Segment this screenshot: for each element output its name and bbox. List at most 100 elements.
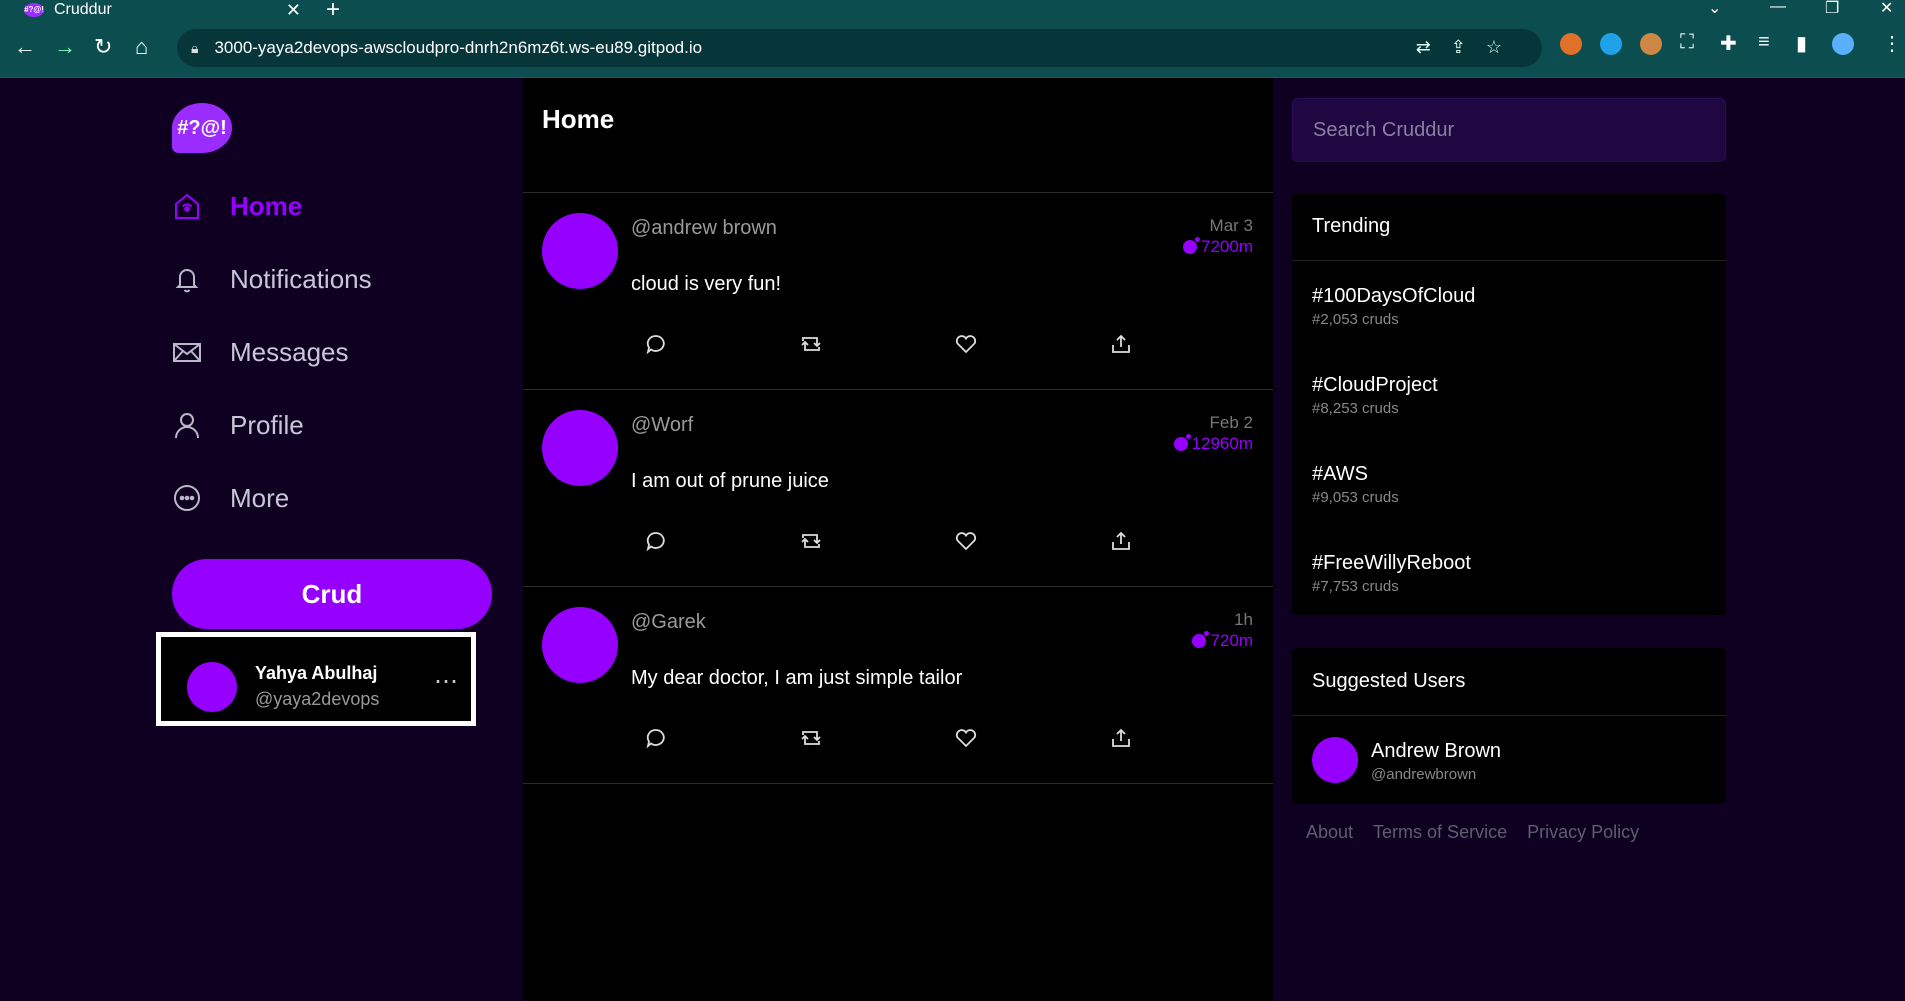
heart-icon[interactable] xyxy=(951,329,981,359)
reply-icon[interactable] xyxy=(641,526,671,556)
trending-tag: #FreeWillyReboot xyxy=(1312,552,1471,574)
trending-item[interactable]: #FreeWillyReboot #7,753 cruds xyxy=(1292,528,1726,617)
nav-item-more[interactable]: More xyxy=(172,473,289,523)
window-close-icon[interactable]: ✕ xyxy=(1880,0,1893,18)
feed-header: Home xyxy=(523,78,1273,193)
home-browser-icon[interactable]: ⌂ xyxy=(135,34,148,60)
footer-about-link[interactable]: About xyxy=(1306,822,1353,843)
address-bar[interactable]: 🔒︎ 3000-yaya2devops-awscloudpro-dnrh2n6m… xyxy=(177,29,1542,67)
nav-item-profile[interactable]: Profile xyxy=(172,400,304,450)
crud-handle[interactable]: @Worf xyxy=(631,414,693,437)
bell-icon xyxy=(172,264,202,294)
crud-message: My dear doctor, I am just simple tailor xyxy=(631,667,963,689)
browser-tab[interactable]: #?@! Cruddur ✕ xyxy=(14,0,309,20)
crud-expiry-value: 7200m xyxy=(1201,237,1253,256)
tab-favicon-icon: #?@! xyxy=(24,3,44,17)
forward-icon[interactable]: → xyxy=(54,34,76,60)
crud-expiry-value: 720m xyxy=(1210,631,1253,650)
reload-icon[interactable]: ↻ xyxy=(94,34,112,60)
avatar xyxy=(187,662,237,712)
nav-label: Profile xyxy=(230,409,304,440)
extension-2-icon[interactable] xyxy=(1600,33,1622,55)
screenshot-icon[interactable]: ⛶ xyxy=(1680,31,1694,54)
side-panel-icon[interactable]: ▮ xyxy=(1796,31,1807,56)
heart-icon[interactable] xyxy=(951,526,981,556)
footer-links: About Terms of Service Privacy Policy xyxy=(1306,822,1639,843)
envelope-icon xyxy=(172,337,202,367)
trending-item[interactable]: #100DaysOfCloud #2,053 cruds xyxy=(1292,261,1726,350)
extension-3-icon[interactable] xyxy=(1640,33,1662,55)
crud-expiry: 720m xyxy=(1192,631,1253,651)
trending-tag: #100DaysOfCloud xyxy=(1312,285,1476,307)
trending-count: #2,053 cruds xyxy=(1312,311,1399,328)
page-title: Home xyxy=(542,104,615,134)
crud-handle[interactable]: @andrew brown xyxy=(631,217,777,240)
trending-count: #7,753 cruds xyxy=(1312,578,1399,595)
footer-privacy-link[interactable]: Privacy Policy xyxy=(1527,822,1639,843)
avatar[interactable] xyxy=(542,607,618,683)
crud-item[interactable]: @Garek 1h 720m My dear doctor, I am just… xyxy=(523,587,1273,784)
crud-expiry: 7200m xyxy=(1183,237,1253,257)
extension-1-icon[interactable] xyxy=(1560,33,1582,55)
cruddur-logo[interactable]: #?@! xyxy=(172,103,232,153)
trending-item[interactable]: #AWS #9,053 cruds xyxy=(1292,439,1726,528)
nav-item-home[interactable]: Home xyxy=(172,181,302,231)
share-icon[interactable] xyxy=(1106,329,1136,359)
media-icon[interactable]: ≡ xyxy=(1758,31,1770,54)
reply-icon[interactable] xyxy=(641,329,671,359)
bomb-icon xyxy=(1173,434,1191,451)
suggested-user-name: Andrew Brown xyxy=(1371,740,1502,762)
footer-terms-link[interactable]: Terms of Service xyxy=(1373,822,1507,843)
avatar-icon[interactable] xyxy=(1832,33,1854,55)
trending-count: #9,053 cruds xyxy=(1312,489,1399,506)
home-icon xyxy=(172,191,202,221)
url-text: 3000-yaya2devops-awscloudpro-dnrh2n6mz6t… xyxy=(214,38,703,57)
crud-button[interactable]: Crud xyxy=(172,559,492,629)
nav-item-notifications[interactable]: Notifications xyxy=(172,254,372,304)
profile-more-icon[interactable]: ⋯ xyxy=(434,667,459,696)
trending-item[interactable]: #CloudProject #8,253 cruds xyxy=(1292,350,1726,439)
omnibox-actions[interactable]: ⇄⇪☆ xyxy=(1416,37,1522,58)
profile-card[interactable]: Yahya Abulhaj @yaya2devops ⋯ xyxy=(156,632,476,726)
suggested-users-title: Suggested Users xyxy=(1292,648,1726,716)
back-icon[interactable]: ← xyxy=(14,34,36,60)
heart-icon[interactable] xyxy=(951,723,981,753)
crud-expiry-value: 12960m xyxy=(1191,434,1253,453)
search-input[interactable] xyxy=(1292,98,1726,162)
nav-label: More xyxy=(230,482,290,513)
nav-label: Notifications xyxy=(230,263,372,294)
tab-close-icon[interactable]: ✕ xyxy=(286,0,301,20)
person-icon xyxy=(172,410,202,440)
minimize-icon[interactable]: — xyxy=(1770,0,1786,16)
profile-handle: @yaya2devops xyxy=(255,689,380,709)
crud-date: Feb 2 xyxy=(1209,413,1253,432)
cruddur-app: #?@! Home Notifications Messages Profile… xyxy=(0,78,1905,1001)
crud-date: 1h xyxy=(1234,610,1253,629)
reply-icon[interactable] xyxy=(641,723,671,753)
crud-expiry: 12960m xyxy=(1173,434,1253,454)
crud-item[interactable]: @andrew brown Mar 3 7200m cloud is very … xyxy=(523,193,1273,390)
profile-name: Yahya Abulhaj xyxy=(255,663,378,683)
bomb-icon xyxy=(1183,237,1201,254)
repost-icon[interactable] xyxy=(796,723,826,753)
nav-item-messages[interactable]: Messages xyxy=(172,327,349,377)
trending-count: #8,253 cruds xyxy=(1312,400,1399,417)
crud-actions xyxy=(641,329,1201,359)
trending-tag: #CloudProject xyxy=(1312,374,1438,396)
avatar[interactable] xyxy=(542,213,618,289)
repost-icon[interactable] xyxy=(796,329,826,359)
share-icon[interactable] xyxy=(1106,526,1136,556)
share-icon[interactable] xyxy=(1106,723,1136,753)
suggested-user[interactable]: Andrew Brown @andrewbrown xyxy=(1292,716,1726,804)
extensions-puzzle-icon[interactable]: ✚ xyxy=(1720,31,1737,56)
avatar[interactable] xyxy=(542,410,618,486)
trending-title: Trending xyxy=(1292,193,1726,261)
restore-icon[interactable]: ❐ xyxy=(1825,0,1839,18)
tab-search-chevron-icon[interactable]: ⌄ xyxy=(1708,0,1721,18)
kebab-menu-icon[interactable]: ⋮ xyxy=(1882,31,1902,56)
avatar xyxy=(1312,737,1358,783)
browser-toolbar: ← → ↻ ⌂ 🔒︎ 3000-yaya2devops-awscloudpro-… xyxy=(0,20,1905,78)
repost-icon[interactable] xyxy=(796,526,826,556)
crud-handle[interactable]: @Garek xyxy=(631,611,706,634)
crud-item[interactable]: @Worf Feb 2 12960m I am out of prune jui… xyxy=(523,390,1273,587)
